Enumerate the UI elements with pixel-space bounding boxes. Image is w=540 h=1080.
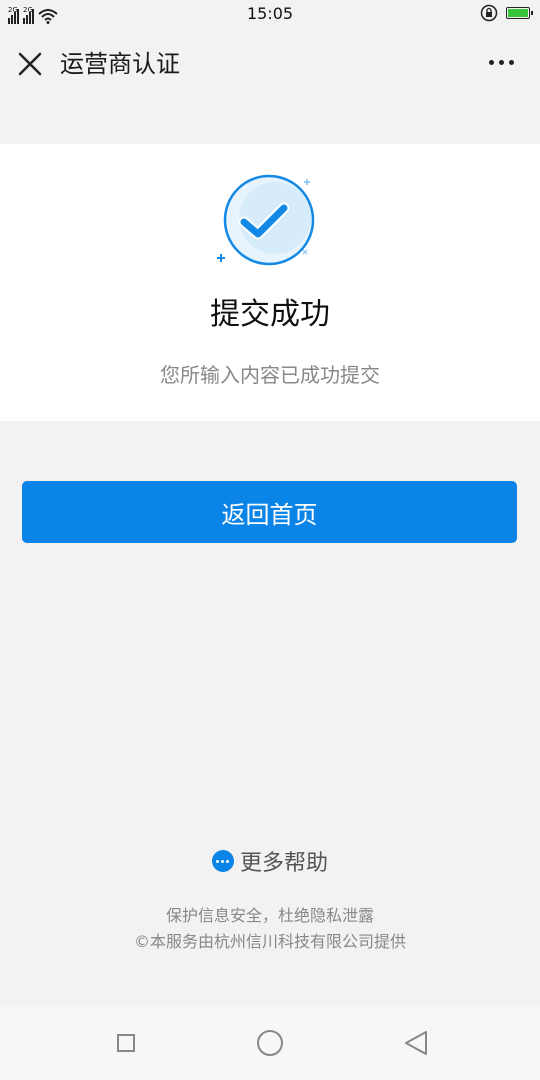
status-bar: 2G 2G 15:05	[0, 0, 540, 28]
status-right	[480, 4, 533, 22]
rotation-lock-icon	[480, 4, 498, 22]
home-icon[interactable]	[257, 1030, 283, 1056]
result-description: 您所输入内容已成功提交	[160, 363, 380, 387]
close-icon[interactable]	[14, 48, 46, 80]
battery-charging-icon	[506, 7, 533, 19]
more-icon[interactable]	[489, 60, 514, 65]
back-icon[interactable]	[402, 1029, 430, 1057]
recent-apps-icon[interactable]	[117, 1034, 135, 1052]
result-title: 提交成功	[210, 297, 330, 332]
footer-line-1: 保护信息安全，杜绝隐私泄露	[165, 906, 374, 925]
nav-bar: 运营商认证	[0, 28, 540, 100]
footer: 保护信息安全，杜绝隐私泄露 ©本服务由杭州信川科技有限公司提供	[0, 903, 540, 955]
status-time: 15:05	[246, 4, 294, 23]
system-nav-bar	[0, 1007, 540, 1080]
more-help-icon	[211, 850, 234, 872]
back-to-home-button[interactable]: 返回首页	[22, 481, 517, 543]
result-card: 提交成功 您所输入内容已成功提交	[0, 144, 540, 421]
footer-line-2: ©本服务由杭州信川科技有限公司提供	[133, 932, 406, 951]
success-check-icon	[217, 174, 315, 266]
page-title: 运营商认证	[60, 50, 180, 78]
more-help-link[interactable]: 更多帮助	[0, 845, 540, 877]
more-help-label: 更多帮助	[239, 851, 328, 876]
